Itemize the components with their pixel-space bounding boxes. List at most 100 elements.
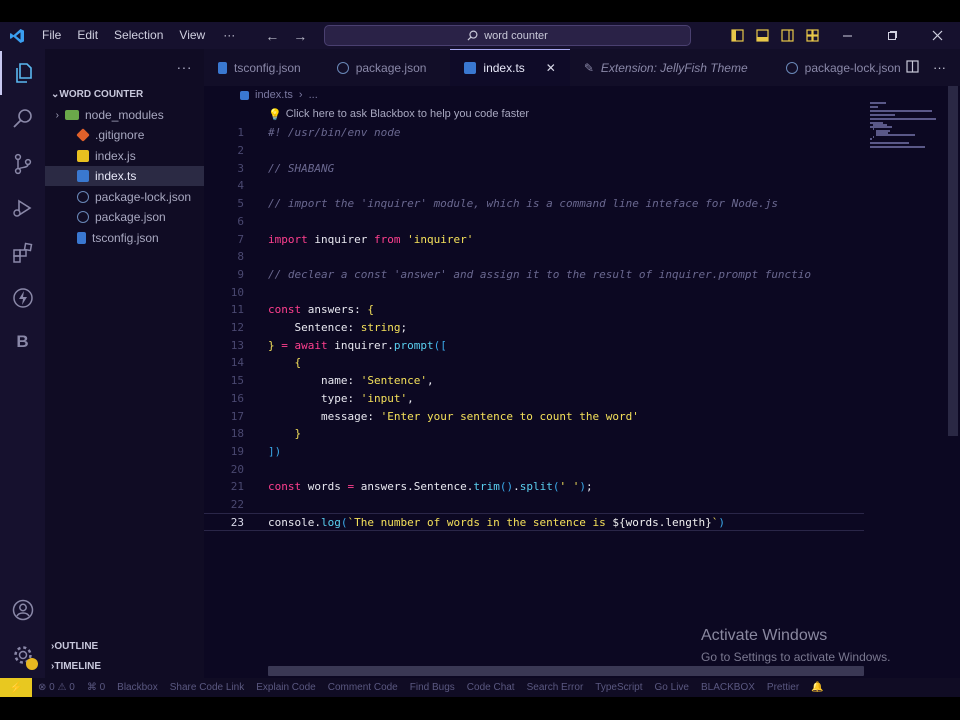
code-line[interactable]: 23 console.log(`The number of words in th… [204, 513, 864, 532]
code-line[interactable]: 20 [204, 460, 864, 478]
split-editor-icon[interactable] [906, 59, 919, 76]
code-line[interactable]: 14 { [204, 354, 864, 372]
extensions-icon[interactable] [0, 231, 45, 275]
remote-indicator-icon[interactable]: ⚡ [0, 678, 32, 697]
code-line[interactable]: 12 Sentence: string; [204, 319, 864, 337]
command-center-search[interactable]: word counter [324, 25, 691, 46]
code-text[interactable]: { [268, 356, 302, 369]
tree-item-index-ts[interactable]: index.ts [45, 166, 204, 186]
breadcrumb-file[interactable]: index.ts [255, 89, 293, 101]
code-line[interactable]: 6 [204, 213, 864, 231]
close-window-button[interactable] [915, 30, 960, 41]
code-text[interactable]: import inquirer from 'inquirer' [268, 233, 473, 246]
status-go-live[interactable]: Go Live [649, 682, 695, 693]
notifications-bell-icon[interactable]: 🔔 [805, 682, 829, 693]
code-line[interactable]: 1 #! /usr/bin/env node [204, 124, 864, 142]
explorer-icon[interactable] [0, 51, 45, 95]
status-comment-code[interactable]: Comment Code [322, 682, 404, 693]
minimize-button[interactable] [825, 30, 870, 41]
code-text[interactable]: // SHABANG [268, 162, 334, 175]
code-editor[interactable]: index.ts › ... 💡 Click here to ask Black… [204, 86, 960, 678]
code-text[interactable]: Sentence: string; [268, 321, 407, 334]
code-line[interactable]: 21 const words = answers.Sentence.trim().… [204, 478, 864, 496]
code-text[interactable]: // declear a const 'answer' and assign i… [268, 268, 811, 281]
code-line[interactable]: 22 [204, 496, 864, 514]
menu-file[interactable]: File [34, 22, 69, 49]
code-text[interactable]: } [268, 427, 302, 440]
code-line[interactable]: 11 const answers: { [204, 301, 864, 319]
code-line[interactable]: 9 // declear a const 'answer' and assign … [204, 266, 864, 284]
settings-gear-icon[interactable] [0, 633, 45, 677]
code-text[interactable]: name: 'Sentence', [268, 374, 434, 387]
status-blackbox-upper[interactable]: BLACKBOX [695, 682, 761, 693]
code-line[interactable]: 5 // import the 'inquirer' module, which … [204, 195, 864, 213]
code-line[interactable]: 15 name: 'Sentence', [204, 372, 864, 390]
code-text[interactable]: const words = answers.Sentence.trim().sp… [268, 480, 593, 493]
status-find-bugs[interactable]: Find Bugs [404, 682, 461, 693]
tree-item-package-lock-json[interactable]: package-lock.json [45, 187, 204, 207]
minimap[interactable] [870, 102, 946, 152]
ports-indicator[interactable]: ⌘ 0 [81, 682, 111, 693]
code-text[interactable]: const answers: { [268, 303, 374, 316]
code-line[interactable]: 13} = await inquirer.prompt([ [204, 336, 864, 354]
vertical-scrollbar-thumb[interactable] [948, 86, 958, 436]
code-text[interactable]: console.log(`The number of words in the … [268, 516, 725, 529]
code-text[interactable]: type: 'input', [268, 392, 414, 405]
toggle-secondary-sidebar-icon[interactable] [775, 29, 800, 42]
status-language-mode[interactable]: TypeScript [589, 682, 648, 693]
tree-item-tsconfig-json[interactable]: tsconfig.json [45, 228, 204, 248]
editor-more-button[interactable]: ··· [933, 60, 946, 75]
status-code-chat[interactable]: Code Chat [461, 682, 521, 693]
code-text[interactable]: ]) [268, 445, 281, 458]
menu-view[interactable]: View [171, 22, 213, 49]
tree-item-package-json[interactable]: package.json [45, 207, 204, 227]
tree-item-node-modules[interactable]: › node_modules [45, 105, 204, 125]
code-line[interactable]: 3 // SHABANG [204, 159, 864, 177]
breadcrumb-more[interactable]: ... [309, 89, 318, 101]
status-prettier[interactable]: Prettier [761, 682, 805, 693]
status-explain-code[interactable]: Explain Code [250, 682, 321, 693]
forward-arrow-icon[interactable]: → [293, 28, 307, 44]
code-line[interactable]: 17 message: 'Enter your sentence to coun… [204, 407, 864, 425]
code-text[interactable]: // import the 'inquirer' module, which i… [268, 197, 778, 210]
horizontal-scrollbar[interactable] [268, 666, 864, 676]
code-text[interactable]: #! /usr/bin/env node [268, 126, 400, 139]
code-line[interactable]: 8 [204, 248, 864, 266]
code-line[interactable]: 4 [204, 177, 864, 195]
project-folder-header[interactable]: ⌄ WORD COUNTER [45, 85, 204, 103]
tab-index-ts[interactable]: index.ts ✕ [450, 49, 570, 86]
live-share-bolt-icon[interactable] [0, 276, 45, 320]
restore-button[interactable] [870, 30, 915, 41]
problems-indicator[interactable]: ⊗ 0 ⚠ 0 [32, 682, 81, 693]
tree-item-index-js[interactable]: index.js [45, 146, 204, 166]
tab-package-lock-json[interactable]: package-lock.json [762, 49, 915, 86]
code-line[interactable]: 7 import inquirer from 'inquirer' [204, 230, 864, 248]
code-line[interactable]: 18 } [204, 425, 864, 443]
code-line[interactable]: 16 type: 'input', [204, 390, 864, 408]
source-control-icon[interactable] [0, 142, 45, 186]
close-tab-icon[interactable]: ✕ [546, 61, 556, 75]
code-line[interactable]: 19]) [204, 443, 864, 461]
customize-layout-icon[interactable] [800, 29, 825, 42]
tree-item-gitignore[interactable]: .gitignore [45, 125, 204, 145]
menu-selection[interactable]: Selection [106, 22, 171, 49]
account-icon[interactable] [0, 588, 45, 632]
outline-section-header[interactable]: › OUTLINE [45, 636, 204, 656]
blackbox-hint[interactable]: 💡 Click here to ask Blackbox to help you… [268, 106, 529, 122]
code-line[interactable]: 2 [204, 142, 864, 160]
timeline-section-header[interactable]: › TIMELINE [45, 656, 204, 676]
explorer-more-button[interactable]: ··· [177, 59, 193, 75]
code-text[interactable]: message: 'Enter your sentence to count t… [268, 410, 639, 423]
vertical-scrollbar[interactable] [946, 86, 960, 678]
tab-package-json[interactable]: package.json [315, 49, 441, 86]
status-share-code-link[interactable]: Share Code Link [164, 682, 251, 693]
menu-more-button[interactable]: ··· [213, 22, 245, 49]
blackbox-icon[interactable]: B [0, 320, 45, 364]
status-blackbox[interactable]: Blackbox [111, 682, 164, 693]
toggle-panel-icon[interactable] [750, 29, 775, 42]
tab-tsconfig-json[interactable]: tsconfig.json [204, 49, 315, 86]
tab-extension-jellyfish-theme[interactable]: ✎ Extension: JellyFish Theme [570, 49, 762, 86]
code-text[interactable]: } = await inquirer.prompt([ [268, 339, 447, 352]
search-icon[interactable] [0, 97, 45, 141]
back-arrow-icon[interactable]: ← [265, 28, 279, 44]
